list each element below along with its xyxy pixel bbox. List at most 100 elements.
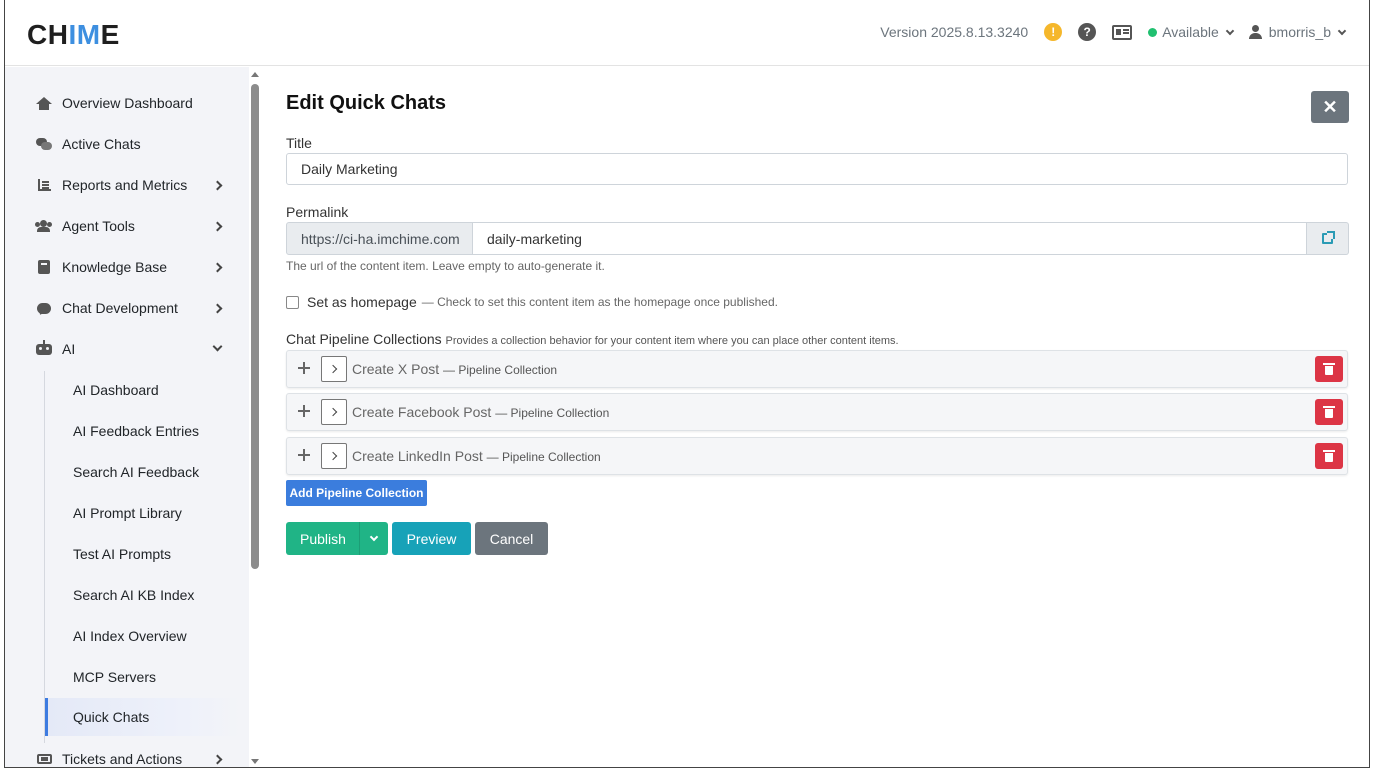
- trash-icon: [1323, 406, 1335, 418]
- move-handle-icon[interactable]: [297, 448, 311, 462]
- trash-icon: [1323, 363, 1335, 375]
- pipeline-collection-item: Create X Post — Pipeline Collection: [286, 350, 1348, 388]
- sidebar-item-label: AI: [62, 341, 76, 357]
- sidebar-subitem-mcp-servers[interactable]: MCP Servers: [45, 658, 241, 696]
- scroll-down-arrow-icon[interactable]: [251, 759, 259, 764]
- sidebar-item-label: Knowledge Base: [62, 259, 168, 275]
- sidebar-item-tickets-and-actions[interactable]: Tickets and Actions: [5, 741, 241, 767]
- username-label: bmorris_b: [1268, 24, 1331, 40]
- logo-accent: IM: [68, 19, 101, 50]
- sidebar-item-label: Agent Tools: [62, 218, 135, 234]
- sidebar-item-agent-tools[interactable]: Agent Tools: [5, 208, 241, 244]
- chime-logo[interactable]: CHIME: [27, 19, 120, 51]
- delete-button[interactable]: [1315, 399, 1343, 425]
- chevron-right-icon: [212, 180, 223, 190]
- publish-dropdown-toggle[interactable]: [360, 522, 388, 555]
- delete-button[interactable]: [1315, 443, 1343, 469]
- homepage-checkbox-row: Set as homepage — Check to set this cont…: [286, 294, 778, 310]
- homepage-help-text: — Check to set this content item as the …: [421, 295, 778, 309]
- comment-icon: [35, 300, 53, 316]
- sidebar-item-active-chats[interactable]: Active Chats: [5, 126, 241, 162]
- homepage-checkbox[interactable]: [286, 295, 299, 309]
- contact-card-icon[interactable]: [1112, 24, 1133, 40]
- sidebar-subitem-quick-chats[interactable]: Quick Chats: [45, 698, 241, 736]
- sidebar-item-label: Overview Dashboard: [62, 95, 193, 111]
- close-button[interactable]: ✕: [1311, 91, 1349, 123]
- sidebar-item-chat-development[interactable]: Chat Development: [5, 290, 241, 326]
- sidebar-item-label: Chat Development: [62, 300, 178, 316]
- sidebar-item-reports-and-metrics[interactable]: Reports and Metrics: [5, 167, 241, 203]
- scroll-up-arrow-icon[interactable]: [251, 72, 259, 77]
- pipeline-title: Create X Post: [352, 361, 440, 377]
- chevron-down-icon: [1225, 26, 1234, 35]
- move-handle-icon[interactable]: [297, 361, 311, 375]
- publish-button-group: Publish: [286, 522, 388, 555]
- sidebar-item-label: Active Chats: [62, 136, 141, 152]
- title-label: Title: [286, 135, 312, 151]
- user-menu[interactable]: bmorris_b: [1248, 24, 1347, 40]
- expand-button[interactable]: [321, 443, 347, 469]
- home-icon: [35, 95, 53, 111]
- move-handle-icon[interactable]: [297, 404, 311, 418]
- chevron-right-icon: [212, 221, 223, 231]
- title-input[interactable]: Daily Marketing: [286, 153, 1348, 185]
- permalink-group: https://ci-ha.imchime.com daily-marketin…: [286, 222, 1349, 255]
- sidebar-item-overview-dashboard[interactable]: Overview Dashboard: [5, 85, 241, 121]
- open-permalink-button[interactable]: [1307, 222, 1349, 255]
- ticket-icon: [35, 751, 53, 767]
- sidebar-subitem-ai-dashboard[interactable]: AI Dashboard: [45, 371, 241, 409]
- collections-help-text: Provides a collection behavior for your …: [445, 335, 899, 347]
- status-dropdown[interactable]: Available: [1148, 24, 1234, 40]
- help-icon[interactable]: ?: [1078, 23, 1097, 41]
- chevron-down-icon: [212, 341, 223, 352]
- external-link-icon: [1322, 231, 1335, 244]
- collections-label-row: Chat Pipeline Collections Provides a col…: [286, 331, 899, 347]
- trash-icon: [1323, 450, 1335, 462]
- preview-button[interactable]: Preview: [392, 522, 471, 555]
- permalink-label: Permalink: [286, 204, 349, 220]
- sidebar-subitem-search-ai-feedback[interactable]: Search AI Feedback: [45, 453, 241, 491]
- sidebar-item-knowledge-base[interactable]: Knowledge Base: [5, 249, 241, 285]
- page-title: Edit Quick Chats: [286, 92, 447, 114]
- permalink-prefix: https://ci-ha.imchime.com: [286, 222, 473, 255]
- sidebar-subitem-ai-index-overview[interactable]: AI Index Overview: [45, 617, 241, 655]
- pipeline-title-row: Create LinkedIn Post — Pipeline Collecti…: [352, 448, 601, 464]
- delete-button[interactable]: [1315, 356, 1343, 382]
- pipeline-title: Create Facebook Post: [352, 404, 492, 420]
- sidebar-nav: Overview Dashboard Active Chats Reports …: [5, 67, 253, 767]
- pipeline-collection-item: Create LinkedIn Post — Pipeline Collecti…: [286, 437, 1348, 475]
- chevron-right-icon: [212, 303, 223, 313]
- expand-button[interactable]: [321, 356, 347, 382]
- header-right: Version 2025.8.13.3240 ! ? Available bmo…: [880, 20, 1347, 44]
- chevron-right-icon: [212, 262, 223, 272]
- status-dot-icon: [1148, 27, 1158, 37]
- expand-button[interactable]: [321, 399, 347, 425]
- sidebar-item-label: Tickets and Actions: [62, 751, 183, 767]
- sidebar-subitem-ai-prompt-library[interactable]: AI Prompt Library: [45, 494, 241, 532]
- sidebar-item-ai[interactable]: AI: [5, 331, 241, 367]
- publish-button[interactable]: Publish: [286, 522, 360, 555]
- chart-icon: [35, 177, 53, 193]
- pipeline-title-row: Create X Post — Pipeline Collection: [352, 361, 557, 377]
- chevron-right-icon: [212, 754, 223, 764]
- add-pipeline-collection-button[interactable]: Add Pipeline Collection: [286, 480, 427, 506]
- pipeline-collection-item: Create Facebook Post — Pipeline Collecti…: [286, 393, 1348, 431]
- version-label: Version 2025.8.13.3240: [880, 24, 1029, 40]
- pipeline-title-row: Create Facebook Post — Pipeline Collecti…: [352, 404, 609, 420]
- warning-icon[interactable]: !: [1044, 23, 1063, 41]
- permalink-help-text: The url of the content item. Leave empty…: [286, 259, 605, 273]
- sidebar-subitem-test-ai-prompts[interactable]: Test AI Prompts: [45, 535, 241, 573]
- sidebar-subitem-search-ai-kb-index[interactable]: Search AI KB Index: [45, 576, 241, 614]
- permalink-input[interactable]: daily-marketing: [473, 222, 1307, 255]
- comments-icon: [35, 136, 53, 152]
- cancel-button[interactable]: Cancel: [475, 522, 548, 555]
- homepage-label: Set as homepage: [307, 294, 417, 310]
- pipeline-type: — Pipeline Collection: [443, 363, 558, 377]
- pipeline-title: Create LinkedIn Post: [352, 448, 483, 464]
- status-label: Available: [1162, 24, 1219, 40]
- scrollbar-thumb[interactable]: [251, 84, 259, 569]
- users-icon: [35, 218, 53, 234]
- logo-prefix: CH: [27, 19, 69, 50]
- sidebar-subitem-ai-feedback-entries[interactable]: AI Feedback Entries: [45, 412, 241, 450]
- chevron-down-icon: [1337, 26, 1347, 35]
